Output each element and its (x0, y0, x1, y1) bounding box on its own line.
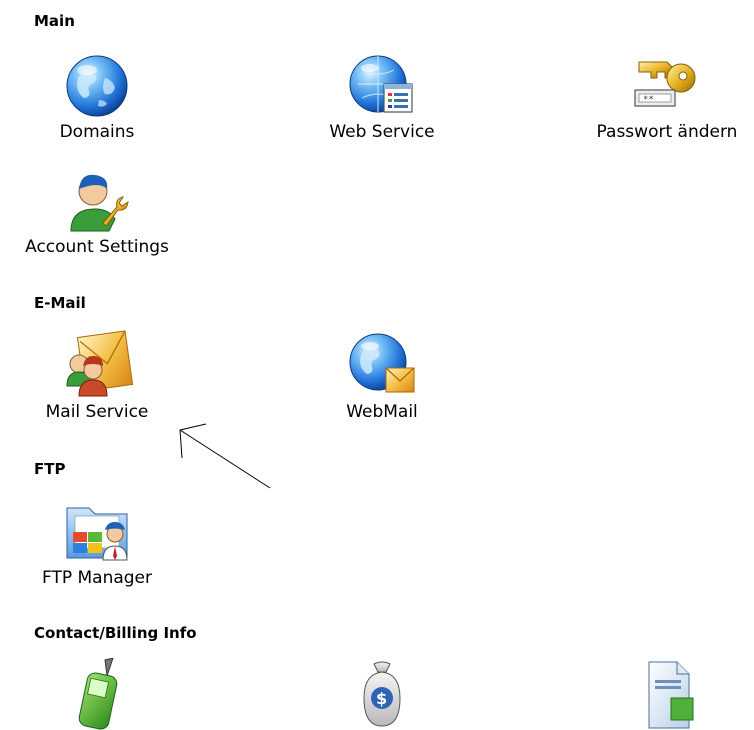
domains-label: Domains (59, 122, 135, 142)
key-icon: ** (631, 48, 703, 120)
section-title-ftp: FTP (34, 460, 66, 478)
webmail-label: WebMail (346, 402, 418, 422)
mail-service-link[interactable]: Mail Service (2, 328, 192, 422)
ftp-manager-label: FTP Manager (41, 568, 153, 588)
domains-link[interactable]: Domains (2, 48, 192, 142)
contact-phone-link[interactable] (2, 658, 192, 730)
section-title-contact: Contact/Billing Info (34, 624, 197, 642)
annotation-arrow (179, 423, 271, 489)
mail-users-icon (61, 328, 133, 400)
webmail-link[interactable]: WebMail (287, 328, 477, 422)
invoice-link[interactable] (572, 658, 754, 730)
section-title-main: Main (34, 12, 75, 30)
money-bag-icon: $ (346, 658, 418, 730)
password-label: Passwort ändern (596, 122, 738, 142)
account-settings-label: Account Settings (25, 237, 169, 257)
password-link[interactable]: ** Passwort ändern (572, 48, 754, 142)
section-title-email: E-Mail (34, 294, 86, 312)
account-settings-link[interactable]: Account Settings (2, 163, 192, 257)
mobile-phone-icon (61, 658, 133, 730)
billing-link[interactable]: $ (287, 658, 477, 730)
web-service-icon (346, 48, 418, 120)
document-icon (631, 658, 703, 730)
svg-text:**: ** (643, 95, 654, 105)
globe-mail-icon (346, 328, 418, 400)
user-wrench-icon (61, 163, 133, 235)
ftp-manager-link[interactable]: FTP Manager (2, 494, 192, 588)
ftp-folder-icon (61, 494, 133, 566)
globe-icon (61, 48, 133, 120)
web-service-label: Web Service (329, 122, 435, 142)
svg-text:$: $ (376, 689, 387, 708)
web-service-link[interactable]: Web Service (287, 48, 477, 142)
mail-service-label: Mail Service (45, 402, 149, 422)
